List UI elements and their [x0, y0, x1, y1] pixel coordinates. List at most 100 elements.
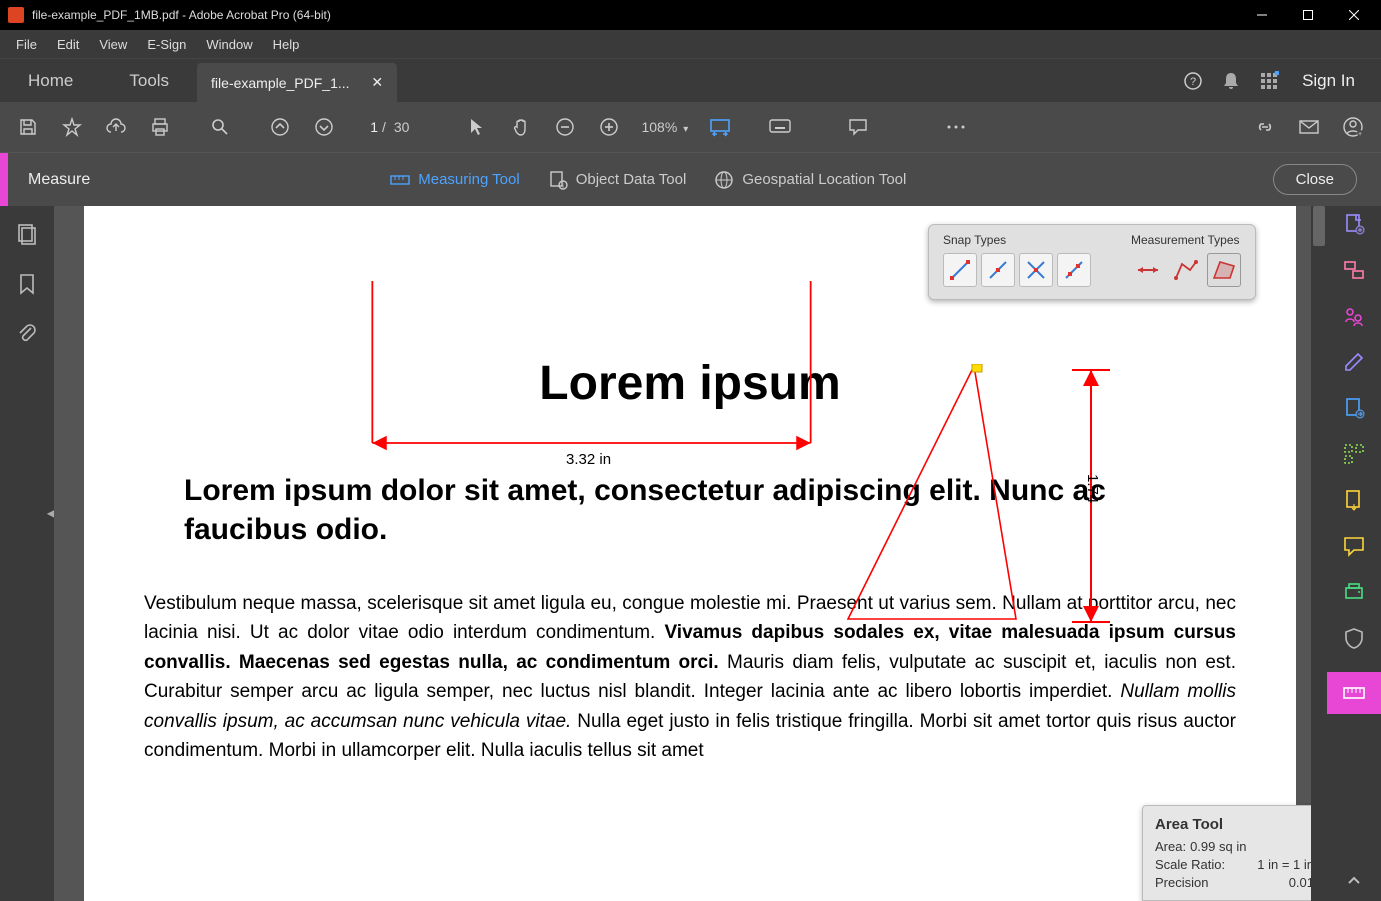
- right-rail-collapse-icon[interactable]: [1342, 869, 1366, 893]
- perimeter-type-icon[interactable]: [1169, 253, 1203, 287]
- bell-icon[interactable]: [1212, 71, 1250, 91]
- document-viewport[interactable]: Lorem ipsum Lorem ipsum dolor sit amet, …: [54, 206, 1327, 901]
- scale-value: 1 in = 1 in: [1257, 857, 1314, 872]
- more-icon[interactable]: [936, 107, 976, 147]
- protect-icon[interactable]: [1342, 626, 1366, 650]
- measuring-tool-button[interactable]: Measuring Tool: [390, 170, 519, 190]
- menu-window[interactable]: Window: [196, 30, 262, 58]
- pointer-icon[interactable]: [457, 107, 497, 147]
- vertical-scrollbar[interactable]: [1311, 206, 1327, 901]
- add-comment-icon[interactable]: [1342, 534, 1366, 558]
- area-type-icon[interactable]: [1207, 253, 1241, 287]
- horizontal-distance-overlay: [344, 281, 839, 461]
- area-popup-title: Area Tool: [1155, 816, 1314, 833]
- save-icon[interactable]: [8, 107, 48, 147]
- object-data-tool-label: Object Data Tool: [576, 171, 687, 188]
- fit-width-icon[interactable]: [700, 107, 740, 147]
- window-minimize-button[interactable]: [1239, 0, 1285, 30]
- menu-file[interactable]: File: [6, 30, 47, 58]
- compress-icon[interactable]: [1342, 488, 1366, 512]
- object-data-icon: i: [548, 170, 568, 190]
- link-icon[interactable]: [1245, 107, 1285, 147]
- zoom-level-dropdown[interactable]: 108%▾: [633, 119, 696, 135]
- menu-bar: File Edit View E-Sign Window Help: [0, 30, 1381, 58]
- star-icon[interactable]: [52, 107, 92, 147]
- comment-icon[interactable]: [838, 107, 878, 147]
- tab-close-icon[interactable]: ✕: [361, 74, 383, 91]
- keyboard-icon[interactable]: [760, 107, 800, 147]
- tab-document[interactable]: file-example_PDF_1... ✕: [197, 63, 397, 103]
- measure-tool-icon[interactable]: [1327, 672, 1381, 714]
- measuring-tool-label: Measuring Tool: [418, 171, 519, 188]
- help-icon[interactable]: ?: [1174, 71, 1212, 91]
- page-down-icon[interactable]: [304, 107, 344, 147]
- share-review-icon[interactable]: [1342, 304, 1366, 328]
- snap-types-panel[interactable]: Snap Types Measurement Types: [928, 224, 1256, 300]
- area-triangle-overlay: [844, 364, 1024, 624]
- menu-edit[interactable]: Edit: [47, 30, 89, 58]
- globe-icon: [714, 170, 734, 190]
- scrollbar-thumb[interactable]: [1313, 206, 1325, 246]
- combine-files-icon[interactable]: [1342, 258, 1366, 282]
- precision-label: Precision: [1155, 875, 1208, 890]
- snap-path-icon[interactable]: [1057, 253, 1091, 287]
- apps-grid-icon[interactable]: [1250, 71, 1288, 91]
- right-tool-rail: [1327, 206, 1381, 901]
- geospatial-tool-label: Geospatial Location Tool: [742, 171, 906, 188]
- profile-icon[interactable]: +: [1333, 107, 1373, 147]
- measure-label: Measure: [8, 171, 110, 189]
- page-up-icon[interactable]: [260, 107, 300, 147]
- svg-text:?: ?: [1190, 76, 1196, 88]
- page-number-input[interactable]: [348, 119, 378, 135]
- tab-bar: Home Tools file-example_PDF_1... ✕ ? Sig…: [0, 58, 1381, 102]
- zoom-out-icon[interactable]: [545, 107, 585, 147]
- search-icon[interactable]: [200, 107, 240, 147]
- area-label: Area:: [1155, 839, 1186, 854]
- page-sep: /: [382, 119, 386, 135]
- measure-close-button[interactable]: Close: [1273, 164, 1357, 195]
- create-pdf-icon[interactable]: [1342, 212, 1366, 236]
- menu-esign[interactable]: E-Sign: [137, 30, 196, 58]
- geospatial-tool-button[interactable]: Geospatial Location Tool: [714, 170, 906, 190]
- horizontal-distance-label: 3.32 in: [562, 451, 615, 468]
- attachment-icon[interactable]: [15, 322, 39, 346]
- pdf-page: Lorem ipsum Lorem ipsum dolor sit amet, …: [84, 206, 1296, 901]
- object-data-tool-button[interactable]: i Object Data Tool: [548, 170, 687, 190]
- mail-icon[interactable]: [1289, 107, 1329, 147]
- tab-tools[interactable]: Tools: [101, 59, 197, 102]
- snap-intersection-icon[interactable]: [1019, 253, 1053, 287]
- menu-help[interactable]: Help: [263, 30, 310, 58]
- cloud-upload-icon[interactable]: [96, 107, 136, 147]
- export-pdf-icon[interactable]: [1342, 396, 1366, 420]
- zoom-in-icon[interactable]: [589, 107, 629, 147]
- measurement-types-title: Measurement Types: [1131, 233, 1241, 247]
- measure-accent-bar: [0, 153, 8, 206]
- app-icon: [8, 7, 24, 23]
- bookmark-icon[interactable]: [15, 272, 39, 296]
- zoom-value: 108%: [641, 119, 677, 135]
- print-icon[interactable]: [140, 107, 180, 147]
- snap-endpoint-icon[interactable]: [943, 253, 977, 287]
- window-title: file-example_PDF_1MB.pdf - Adobe Acrobat…: [32, 8, 1239, 22]
- menu-view[interactable]: View: [89, 30, 137, 58]
- thumbnails-icon[interactable]: [15, 222, 39, 246]
- snap-types-title: Snap Types: [943, 233, 1091, 247]
- main-toolbar: / 30 108%▾ +: [0, 102, 1381, 152]
- tab-home[interactable]: Home: [0, 59, 101, 102]
- left-nav-rail: ◀: [0, 206, 54, 901]
- title-bar: file-example_PDF_1MB.pdf - Adobe Acrobat…: [0, 0, 1381, 30]
- area-tool-popup: Area Tool Area:0.99 sq in Scale Ratio:1 …: [1142, 805, 1327, 901]
- organize-icon[interactable]: [1342, 442, 1366, 466]
- sign-in-button[interactable]: Sign In: [1288, 71, 1369, 91]
- print-production-icon[interactable]: [1342, 580, 1366, 604]
- window-maximize-button[interactable]: [1285, 0, 1331, 30]
- svg-text:+: +: [1358, 131, 1362, 138]
- edit-pdf-icon[interactable]: [1342, 350, 1366, 374]
- measure-subtoolbar: Measure Measuring Tool i Object Data Too…: [0, 152, 1381, 206]
- snap-midpoint-icon[interactable]: [981, 253, 1015, 287]
- vertical-distance-label: 1.74: [1084, 474, 1101, 503]
- distance-type-icon[interactable]: [1131, 253, 1165, 287]
- tab-document-label: file-example_PDF_1...: [211, 75, 350, 91]
- hand-icon[interactable]: [501, 107, 541, 147]
- window-close-button[interactable]: [1331, 0, 1377, 30]
